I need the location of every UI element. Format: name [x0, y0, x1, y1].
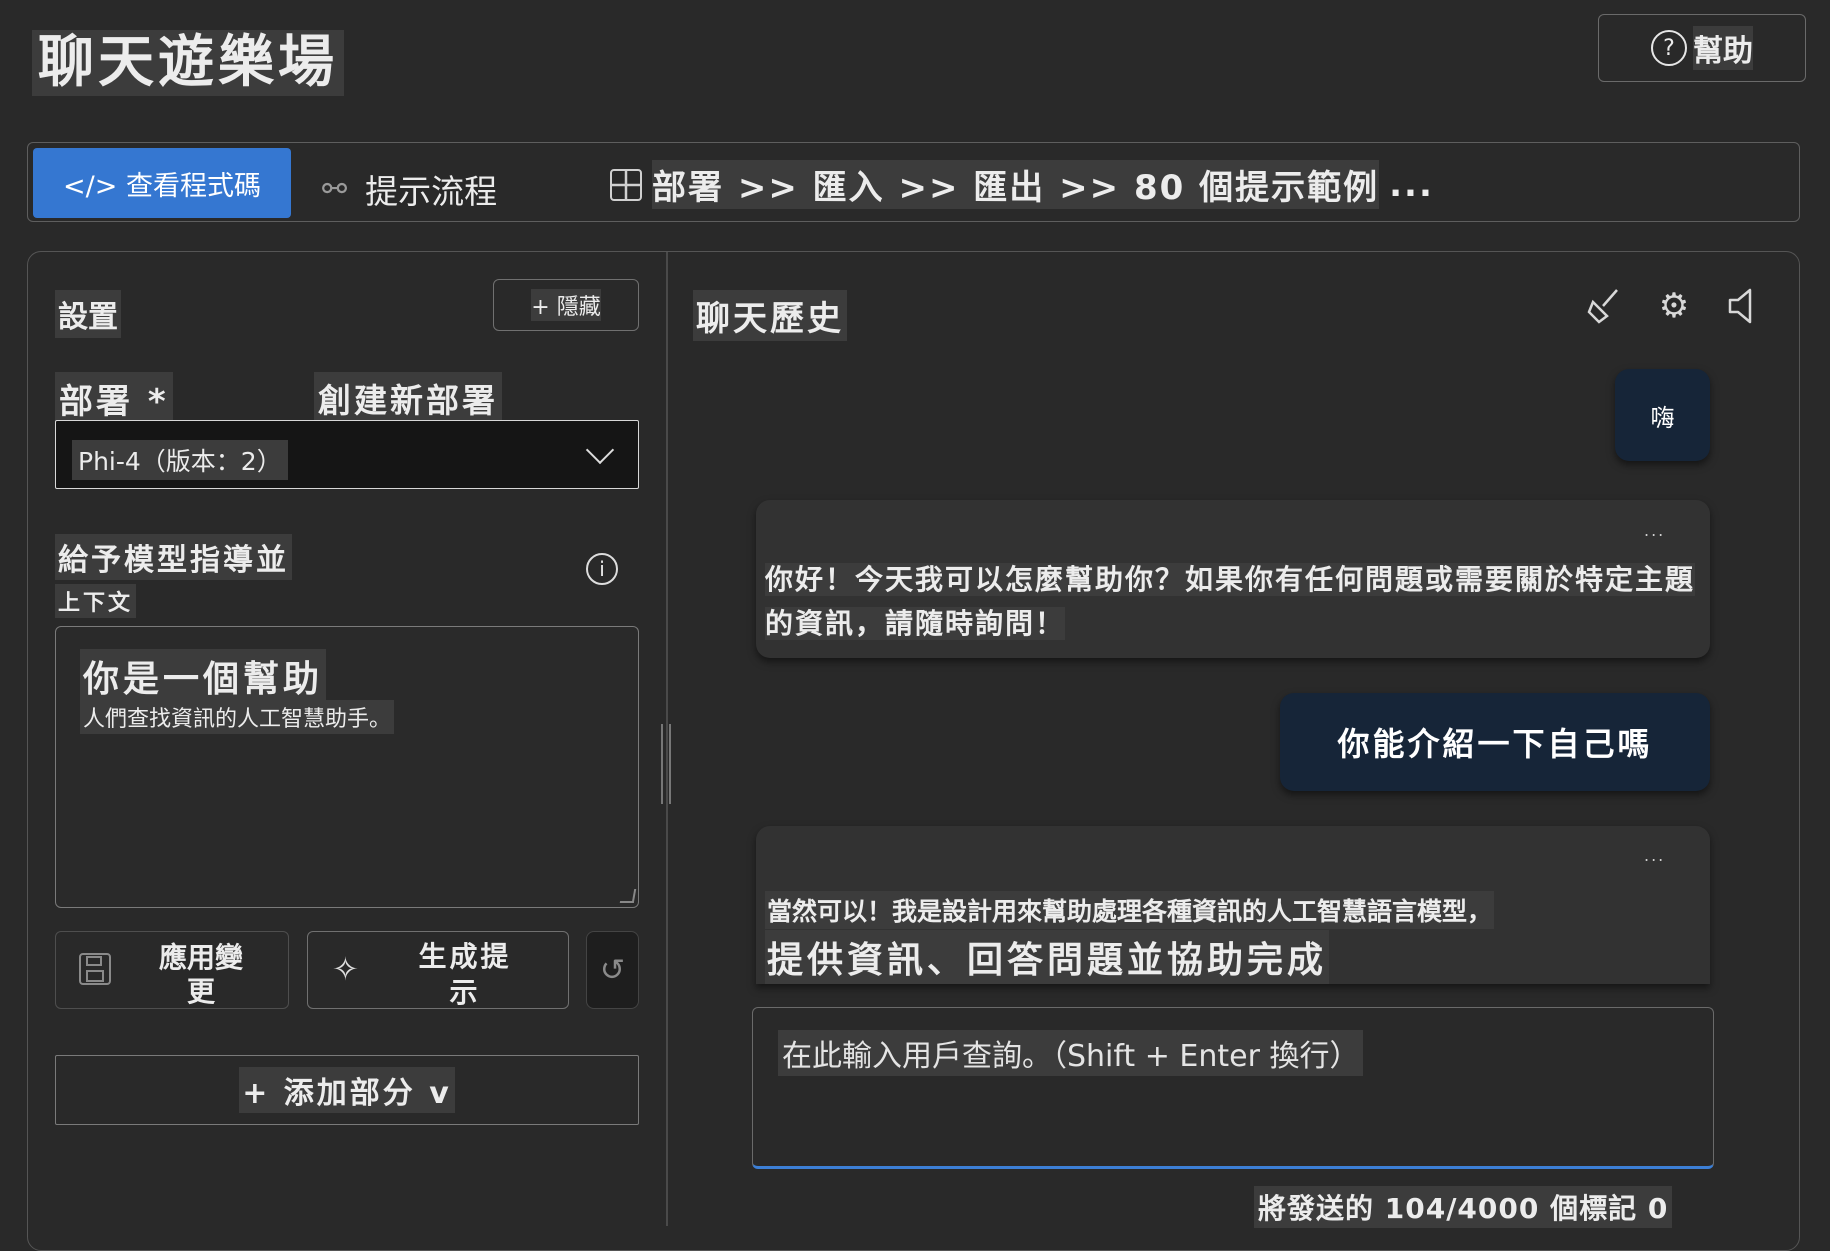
user-message-2: 你能介紹一下自己嗎 — [1280, 693, 1710, 791]
user-message-1: 嗨 — [1615, 369, 1710, 461]
guidance-title: 給予模型指導並 — [55, 534, 292, 580]
save-icon — [79, 953, 111, 985]
resize-handle[interactable] — [661, 724, 671, 804]
chat-history-title: 聊天歷史 — [693, 290, 847, 341]
sparkle-icon: ✧ — [332, 950, 359, 988]
user-message-1-text: 嗨 — [1650, 403, 1675, 432]
info-icon[interactable]: i — [586, 553, 618, 585]
assistant-message-2-line1: 當然可以！我是設計用來幫助處理各種資訊的人工智慧語言模型， — [765, 891, 1495, 929]
page-title: 聊天遊樂場 — [32, 30, 344, 96]
help-label: 幫助 — [1693, 26, 1753, 70]
help-icon: ? — [1651, 30, 1687, 66]
hide-button[interactable]: + 隱藏 — [493, 279, 639, 331]
more-label[interactable]: ... — [1389, 165, 1434, 205]
deploy-menu[interactable]: 部署 >> 匯入 >> 匯出 >> 80 個提示範例 ... — [610, 160, 1434, 209]
message-menu-button[interactable]: ... — [1644, 521, 1665, 540]
view-code-button[interactable]: </> 查看程式碼 — [33, 148, 291, 218]
generate-prompt-label: 生成提示 — [418, 940, 512, 1009]
add-section-label: + 添加部分 v — [239, 1067, 455, 1113]
apps-icon — [610, 168, 642, 201]
user-query-placeholder: 在此輸入用戶查詢。（Shift + Enter 換行） — [778, 1030, 1364, 1076]
apply-changes-label: 應用變更 — [158, 941, 243, 1008]
assistant-message-1-text: 你好！今天我可以怎麼幫助你？如果你有任何問題或需要關於特定主題的資訊，請隨時詢問… — [765, 563, 1696, 640]
textarea-resize-icon[interactable] — [619, 889, 637, 903]
prompt-flow-button[interactable]: ⚯ 提示流程 — [322, 165, 497, 213]
create-deployment-link[interactable]: 創建新部署 — [314, 372, 502, 424]
broom-icon[interactable] — [1581, 284, 1625, 328]
settings-title: 設置 — [55, 290, 121, 338]
help-button[interactable]: ? 幫助 — [1598, 14, 1806, 82]
system-message-line1: 你是一個幫助 — [80, 649, 327, 703]
add-section-button[interactable]: + 添加部分 v — [55, 1055, 639, 1125]
prompt-flow-label: 提示流程 — [365, 172, 498, 211]
deploy-chain-label: 部署 >> 匯入 >> 匯出 >> 80 個提示範例 — [652, 160, 1380, 209]
system-message-line2: 人們查找資訊的人工智慧助手。 — [80, 700, 395, 734]
speaker-icon[interactable] — [1720, 284, 1764, 328]
undo-icon[interactable]: ↺ — [586, 931, 639, 1009]
token-count: 將發送的 104/4000 個標記 0 — [1254, 1186, 1673, 1228]
message-menu-button[interactable]: ... — [1644, 846, 1665, 865]
gear-icon[interactable]: ⚙ — [1652, 284, 1696, 328]
assistant-message-2-line2: 提供資訊、回答問題並協助完成 — [765, 930, 1330, 984]
deployment-label: 部署 * — [55, 372, 173, 425]
guidance-subtitle: 上下文 — [55, 584, 137, 618]
deployment-value: Phi-4（版本：2） — [72, 440, 288, 480]
user-message-2-text: 你能介紹一下自己嗎 — [1337, 725, 1653, 763]
flow-icon: ⚯ — [322, 171, 348, 207]
hide-label: + 隱藏 — [531, 289, 601, 321]
